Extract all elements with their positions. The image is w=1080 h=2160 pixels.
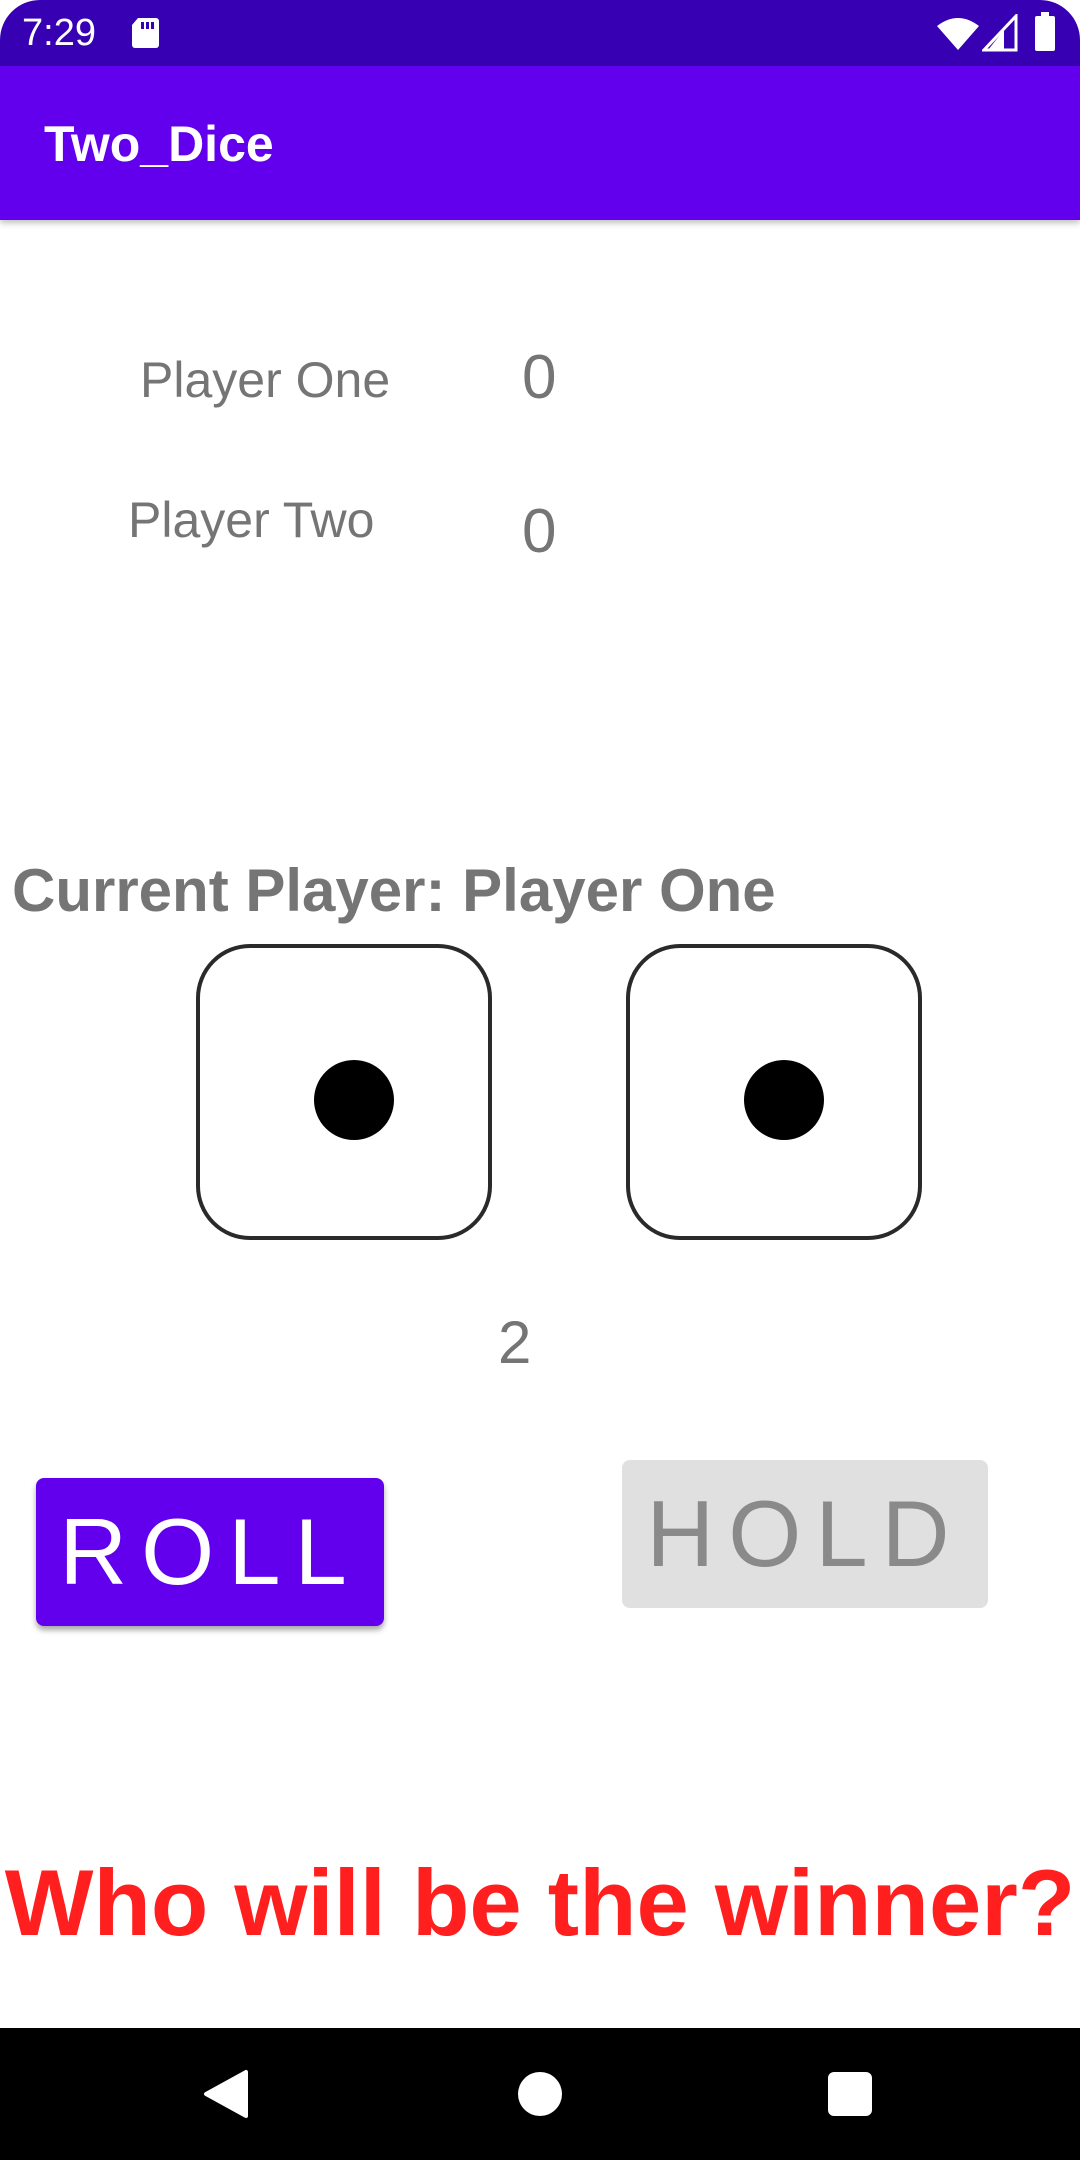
- current-player-text: Current Player: Player One: [12, 857, 776, 924]
- app-screen: 7:29 Two_Dice Player One 0 Player Two 0 …: [0, 0, 1080, 2160]
- recents-icon[interactable]: [828, 2072, 872, 2116]
- roll-button[interactable]: ROLL: [36, 1478, 384, 1626]
- player-one-label: Player One: [140, 352, 391, 408]
- die-two: [626, 944, 922, 1240]
- hold-button[interactable]: HOLD: [622, 1460, 988, 1608]
- winner-message: Who will be the winner?: [4, 1850, 1076, 1955]
- player-two-label: Player Two: [128, 492, 375, 548]
- die-one: [196, 944, 492, 1240]
- die-one-pip: [314, 1060, 394, 1140]
- app-title: Two_Dice: [44, 116, 274, 172]
- dice-total: 2: [498, 1309, 532, 1376]
- signal-icon: [982, 14, 1018, 52]
- home-icon[interactable]: [518, 2072, 562, 2116]
- sd-card-icon: [132, 18, 159, 48]
- wifi-icon: [937, 18, 979, 50]
- battery-icon: [1035, 12, 1055, 51]
- die-two-pip: [744, 1060, 824, 1140]
- back-icon[interactable]: [202, 2068, 250, 2120]
- player-two-score: 0: [522, 497, 557, 566]
- player-one-score: 0: [522, 343, 557, 412]
- navigation-bar: [0, 2028, 1080, 2160]
- status-time: 7:29: [22, 12, 96, 54]
- app-bar: Two_Dice: [0, 66, 1080, 220]
- status-bar: 7:29: [0, 0, 1080, 66]
